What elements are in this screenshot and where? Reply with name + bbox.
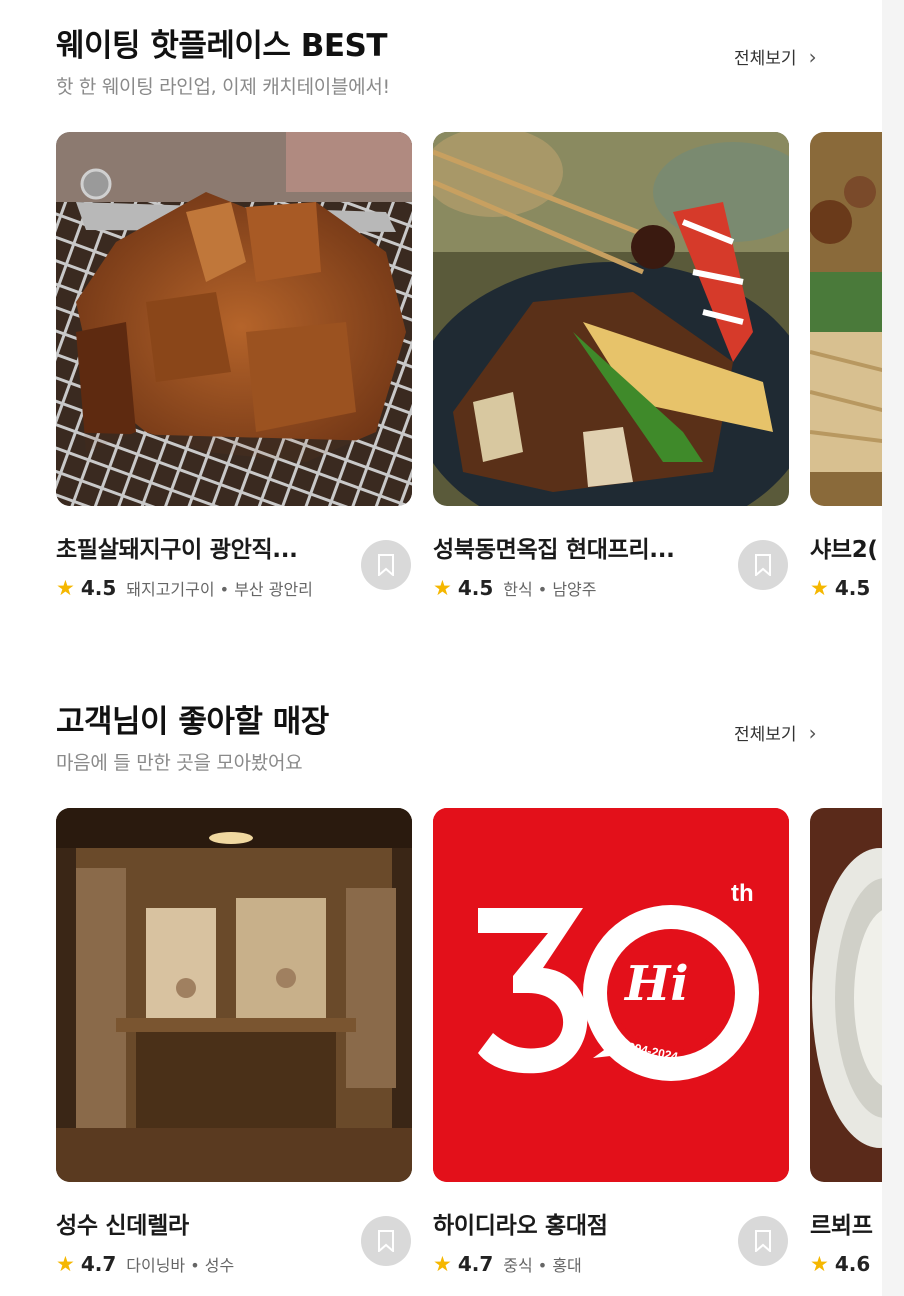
star-icon: ★ (433, 1252, 452, 1276)
restaurant-name: 르뵈프 (810, 1213, 873, 1239)
bookmark-button[interactable] (738, 540, 788, 590)
restaurant-card[interactable]: th Hi 1994-2024 하이디라오 홍대점 ★ 4.7 중식 • 홍대 (433, 808, 789, 1288)
see-all-link[interactable]: 전체보기 › (734, 44, 817, 70)
restaurant-name: 하이디라오 홍대점 (433, 1213, 608, 1239)
section-subtitle: 마음에 들 만한 곳을 모아봤어요 (56, 752, 303, 774)
rating-value: 4.6 (834, 1252, 871, 1276)
restaurant-card[interactable]: 샤브2( ★ 4.5 (810, 132, 882, 612)
restaurant-meta: ★ 4.6 (810, 1252, 880, 1276)
logo-sup-th: th (731, 880, 754, 907)
shabu-platter-photo (810, 132, 882, 506)
restaurant-meta: ★ 4.5 (810, 576, 880, 600)
bookmark-button[interactable] (361, 1216, 411, 1266)
star-icon: ★ (56, 576, 75, 600)
chevron-right-icon: › (808, 720, 817, 745)
restaurant-meta: ★ 4.7 중식 • 홍대 (433, 1252, 582, 1276)
logo-script-hi: Hi (625, 956, 689, 1012)
star-icon: ★ (433, 576, 452, 600)
star-icon: ★ (56, 1252, 75, 1276)
rating-value: 4.5 (834, 576, 871, 600)
star-icon: ★ (810, 576, 829, 600)
restaurant-category: 다이닝바 • 성수 (126, 1256, 235, 1275)
star-icon: ★ (810, 1252, 829, 1276)
rating-value: 4.7 (80, 1252, 117, 1276)
restaurant-meta: ★ 4.5 한식 • 남양주 (433, 576, 596, 600)
restaurant-category: 중식 • 홍대 (503, 1256, 582, 1275)
rating-value: 4.7 (457, 1252, 494, 1276)
bookmark-button[interactable] (738, 1216, 788, 1266)
rating-value: 4.5 (80, 576, 117, 600)
section-waiting-best: 웨이팅 핫플레이스 BEST 핫 한 웨이팅 라인업, 이제 캐치테이블에서! … (0, 0, 882, 660)
restaurant-card[interactable]: 르뵈프 ★ 4.6 (810, 808, 882, 1288)
bookmark-button[interactable] (361, 540, 411, 590)
restaurant-meta: ★ 4.5 돼지고기구이 • 부산 광안리 (56, 576, 313, 600)
restaurant-card[interactable]: 초필살돼지구이 광안직... ★ 4.5 돼지고기구이 • 부산 광안리 (56, 132, 412, 612)
restaurant-meta: ★ 4.7 다이닝바 • 성수 (56, 1252, 234, 1276)
restaurant-category: 돼지고기구이 • 부산 광안리 (126, 580, 313, 599)
bookmark-icon (378, 1230, 394, 1252)
restaurant-name: 성수 신데렐라 (56, 1213, 189, 1239)
restaurant-card[interactable]: 성북동면옥집 현대프리... ★ 4.5 한식 • 남양주 (433, 132, 789, 612)
see-all-label: 전체보기 (734, 725, 797, 745)
restaurant-category: 한식 • 남양주 (503, 580, 597, 599)
section-title: 고객님이 좋아할 매장 (56, 704, 329, 740)
restaurant-name: 샤브2( (810, 537, 878, 563)
bookmark-icon (755, 554, 771, 576)
section-recommended: 고객님이 좋아할 매장 마음에 들 만한 곳을 모아봤어요 전체보기 › 성수 … (0, 676, 882, 1296)
screen: 웨이팅 핫플레이스 BEST 핫 한 웨이팅 라인업, 이제 캐치테이블에서! … (0, 0, 882, 1296)
bookmark-icon (755, 1230, 771, 1252)
plate-photo (810, 808, 882, 1182)
bookmark-icon (378, 554, 394, 576)
haidilao-30th-logo: th Hi 1994-2024 (433, 808, 789, 1182)
rating-value: 4.5 (457, 576, 494, 600)
section-subtitle: 핫 한 웨이팅 라인업, 이제 캐치테이블에서! (56, 76, 390, 98)
bar-interior-photo (56, 808, 412, 1182)
restaurant-name: 초필살돼지구이 광안직... (56, 537, 298, 563)
galbi-skewer-photo (433, 132, 789, 506)
chevron-right-icon: › (808, 44, 817, 69)
grilled-pork-photo (56, 132, 412, 506)
restaurant-name: 성북동면옥집 현대프리... (433, 537, 675, 563)
see-all-link[interactable]: 전체보기 › (734, 720, 817, 746)
restaurant-card[interactable]: 성수 신데렐라 ★ 4.7 다이닝바 • 성수 (56, 808, 412, 1288)
section-title: 웨이팅 핫플레이스 BEST (56, 28, 388, 64)
see-all-label: 전체보기 (734, 49, 797, 69)
